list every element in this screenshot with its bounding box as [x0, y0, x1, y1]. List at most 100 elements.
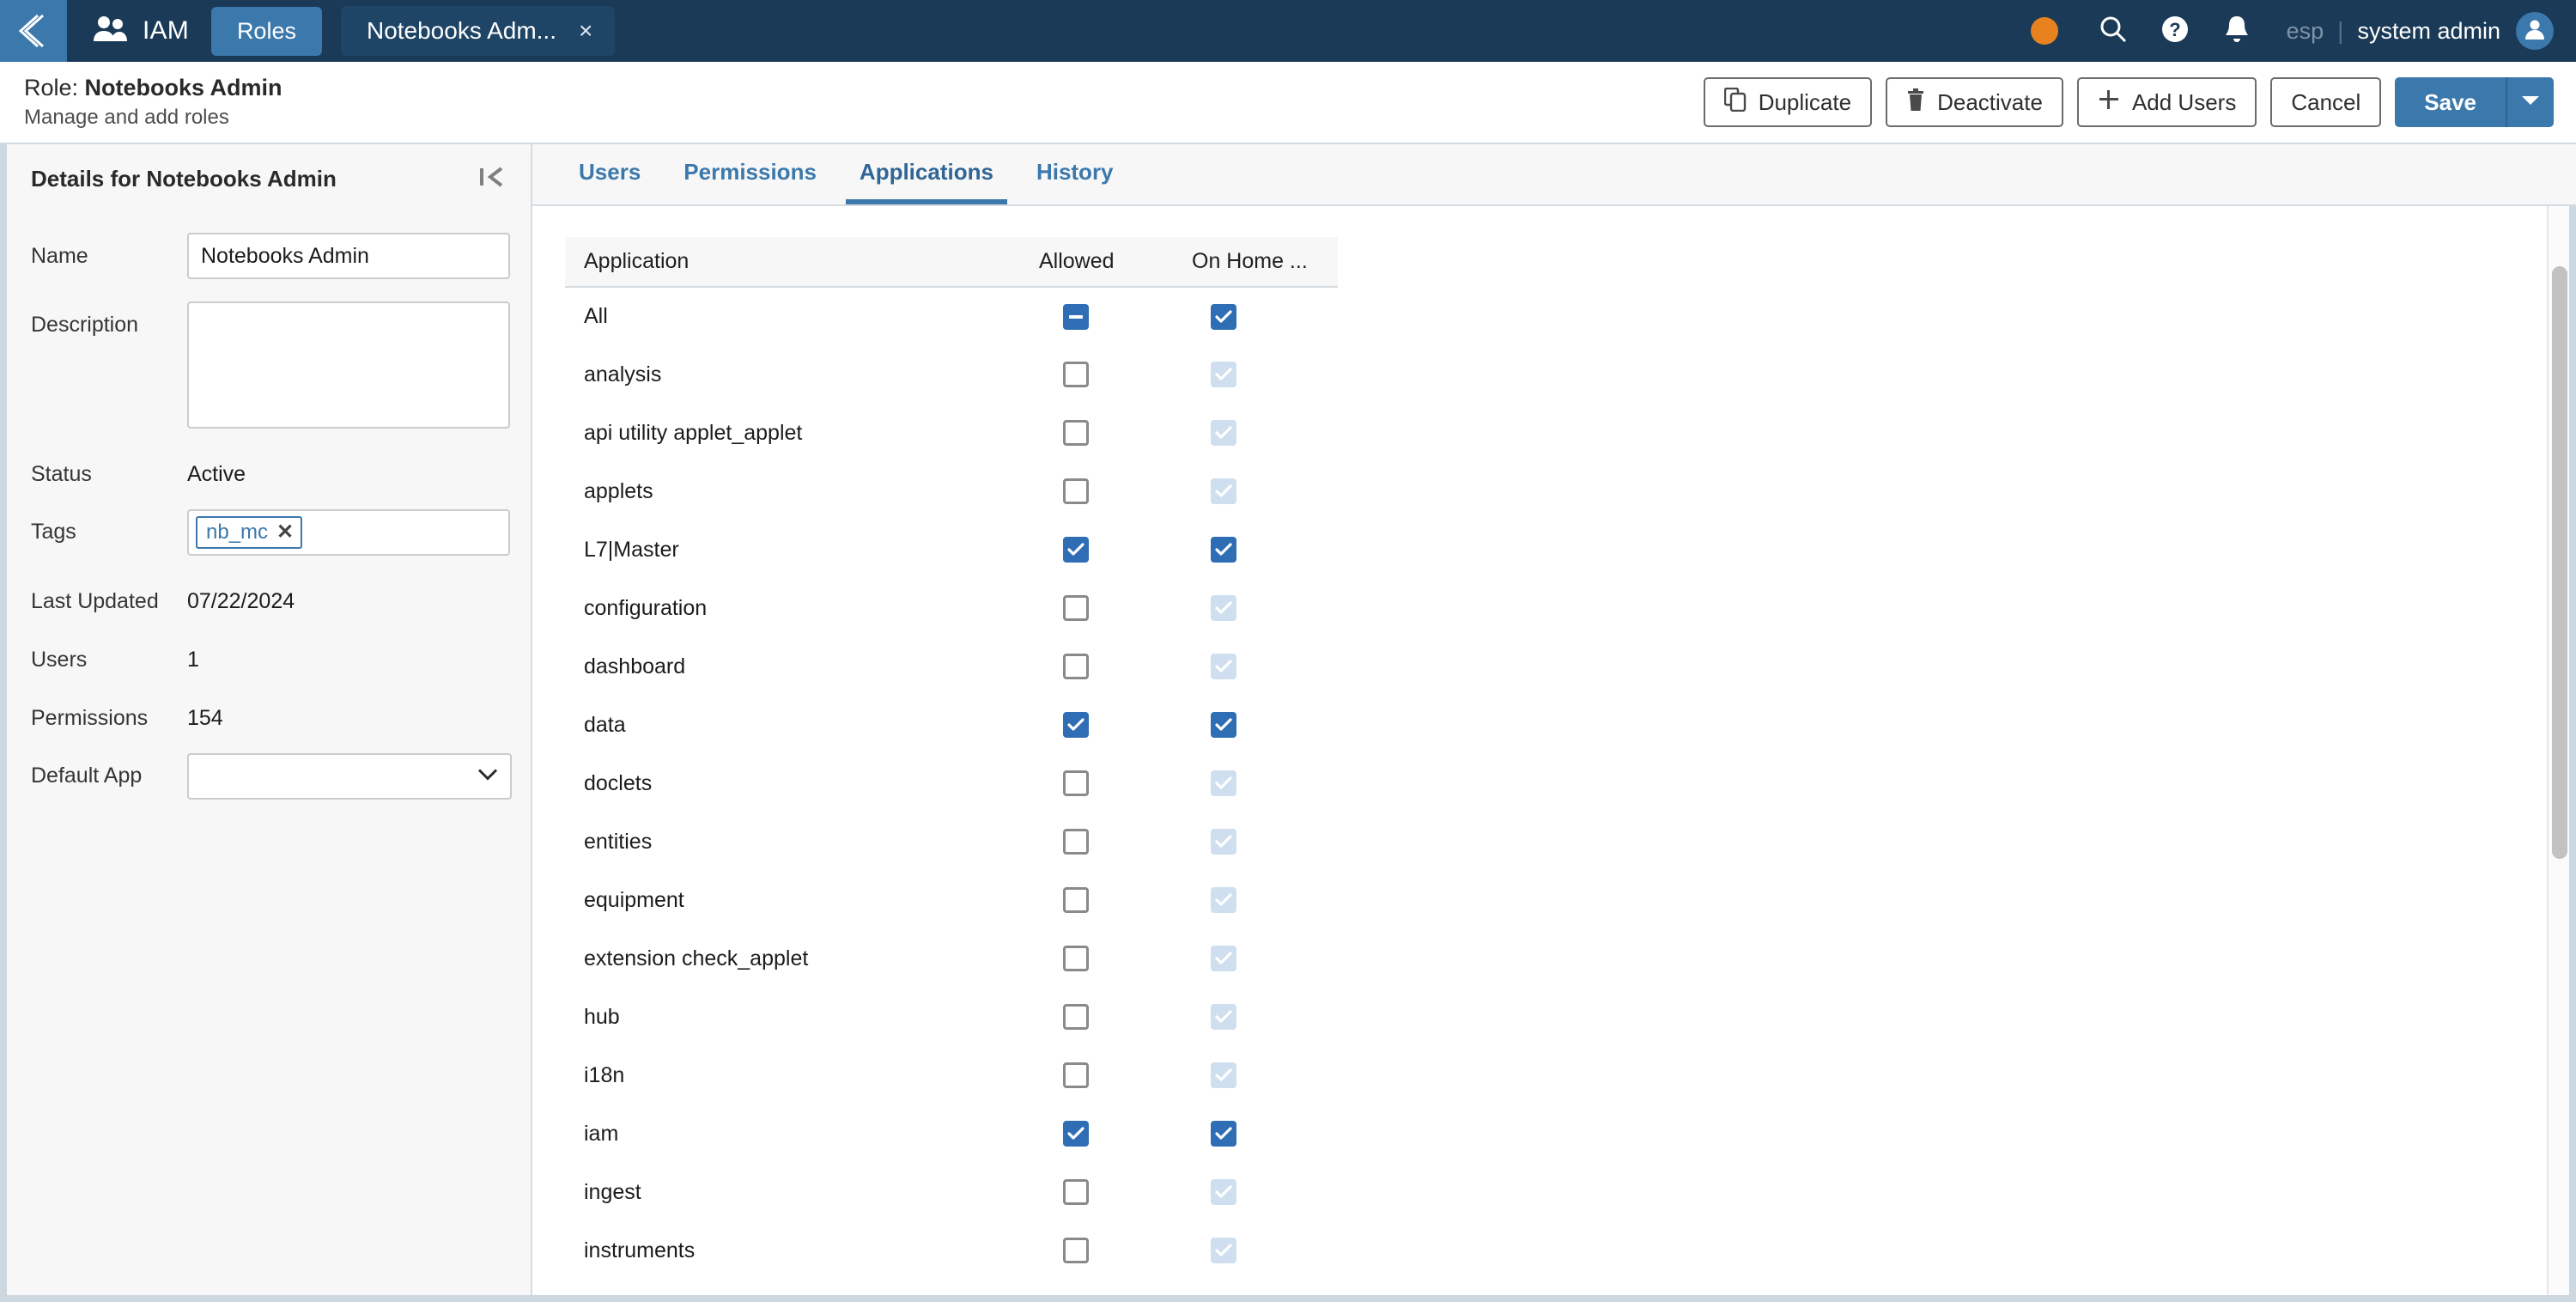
nav-separator: | [2337, 17, 2344, 44]
on-home-checkbox [1211, 887, 1236, 914]
tab-permissions[interactable]: Permissions [670, 159, 830, 204]
cell-on-home [1173, 287, 1338, 345]
duplicate-button[interactable]: Duplicate [1703, 77, 1873, 127]
allowed-checkbox[interactable] [1063, 420, 1089, 447]
column-header-on-home[interactable]: On Home ... [1173, 237, 1338, 288]
notifications-button[interactable] [2215, 9, 2259, 53]
on-home-checkbox[interactable] [1211, 1121, 1236, 1147]
default-app-select[interactable] [187, 753, 512, 800]
on-home-checkbox [1211, 1004, 1236, 1031]
page-title-name: Notebooks Admin [84, 75, 283, 100]
allowed-checkbox[interactable] [1063, 537, 1089, 563]
deactivate-button[interactable]: Deactivate [1886, 77, 2063, 127]
table-row: entities [565, 812, 1338, 871]
field-row-permissions: Permissions 154 [31, 695, 510, 731]
on-home-checkbox [1211, 770, 1236, 797]
tab-history[interactable]: History [1023, 159, 1127, 204]
allowed-checkbox[interactable] [1063, 1004, 1089, 1031]
column-header-application[interactable]: Application [565, 237, 1020, 288]
search-button[interactable] [2091, 9, 2136, 53]
cell-allowed [1020, 287, 1173, 345]
cell-allowed [1020, 404, 1173, 462]
permissions-value: 154 [187, 706, 223, 730]
allowed-checkbox[interactable] [1063, 1238, 1089, 1264]
current-user-label[interactable]: system admin [2357, 18, 2500, 45]
allowed-checkbox[interactable] [1063, 712, 1089, 739]
save-options-button[interactable] [2506, 77, 2554, 127]
cell-allowed [1020, 637, 1173, 696]
field-row-default-app: Default App [31, 753, 512, 800]
status-value: Active [187, 462, 246, 486]
page-subtitle: Manage and add roles [24, 106, 229, 129]
nav-roles-button[interactable]: Roles [210, 6, 322, 56]
status-indicator-dot[interactable] [2030, 17, 2058, 45]
allowed-checkbox[interactable] [1063, 654, 1089, 680]
cell-allowed [1020, 812, 1173, 871]
bottom-edge-strip [0, 1295, 2576, 1302]
table-header-row: Application Allowed On Home ... [565, 237, 1338, 288]
cell-application: configuration [584, 595, 708, 620]
cell-allowed [1020, 988, 1173, 1046]
cell-allowed [1020, 1163, 1173, 1221]
allowed-checkbox[interactable] [1063, 887, 1089, 914]
column-header-allowed[interactable]: Allowed [1020, 237, 1173, 288]
cell-application: i18n [584, 1062, 625, 1087]
open-tab-notebooks-admin[interactable]: Notebooks Adm... × [340, 6, 616, 56]
on-home-checkbox [1211, 1179, 1236, 1206]
save-split-button: Save [2395, 77, 2554, 127]
allowed-checkbox[interactable] [1063, 1062, 1089, 1089]
cell-application: hub [584, 1004, 620, 1029]
table-head: Application Allowed On Home ... [565, 237, 1338, 288]
back-button[interactable] [0, 0, 67, 62]
cell-application: iam [584, 1121, 619, 1146]
allowed-checkbox[interactable] [1063, 303, 1089, 330]
cell-allowed [1020, 871, 1173, 929]
default-app-label: Default App [31, 764, 143, 788]
tab-users[interactable]: Users [565, 159, 654, 204]
cell-application: extension check_applet [584, 946, 809, 970]
cell-on-home [1173, 637, 1338, 696]
collapse-panel-icon [479, 165, 505, 193]
allowed-checkbox[interactable] [1063, 362, 1089, 388]
language-selector[interactable]: esp [2287, 18, 2324, 45]
tags-input[interactable]: nb_mc ✕ [187, 509, 510, 556]
cell-allowed [1020, 696, 1173, 754]
avatar[interactable] [2516, 12, 2554, 50]
tags-label: Tags [31, 520, 76, 544]
left-edge-strip [0, 144, 7, 1302]
cell-on-home [1173, 929, 1338, 988]
on-home-checkbox[interactable] [1211, 712, 1236, 739]
collapse-panel-button[interactable] [474, 163, 510, 195]
allowed-checkbox[interactable] [1063, 946, 1089, 972]
save-button[interactable]: Save [2395, 77, 2506, 127]
close-icon[interactable]: ✕ [276, 522, 294, 543]
cancel-button[interactable]: Cancel [2270, 77, 2382, 127]
permissions-label: Permissions [31, 706, 149, 730]
name-input[interactable] [187, 233, 510, 279]
add-users-label: Add Users [2131, 88, 2237, 115]
cell-on-home [1173, 462, 1338, 520]
help-button[interactable]: ? [2153, 9, 2197, 53]
cell-allowed [1020, 1221, 1173, 1280]
bell-icon [2223, 14, 2251, 49]
trash-icon [1906, 88, 1925, 118]
close-icon[interactable]: × [579, 19, 592, 43]
add-users-button[interactable]: Add Users [2076, 77, 2257, 127]
cell-application: analysis [584, 362, 662, 386]
scrollbar-thumb[interactable] [2552, 266, 2567, 859]
vertical-scrollbar[interactable] [2547, 206, 2569, 1302]
tab-applications[interactable]: Applications [845, 159, 1007, 204]
allowed-checkbox[interactable] [1063, 1179, 1089, 1206]
allowed-checkbox[interactable] [1063, 829, 1089, 855]
allowed-checkbox[interactable] [1063, 478, 1089, 505]
on-home-checkbox[interactable] [1211, 537, 1236, 563]
on-home-checkbox[interactable] [1211, 303, 1236, 330]
allowed-checkbox[interactable] [1063, 770, 1089, 797]
allowed-checkbox[interactable] [1063, 1121, 1089, 1147]
cell-on-home [1173, 812, 1338, 871]
allowed-checkbox[interactable] [1063, 595, 1089, 622]
cell-application: doclets [584, 770, 653, 795]
content-area: Application Allowed On Home ... All analy… [532, 206, 2576, 1302]
tag-label: nb_mc [206, 520, 269, 544]
description-textarea[interactable] [187, 301, 510, 429]
